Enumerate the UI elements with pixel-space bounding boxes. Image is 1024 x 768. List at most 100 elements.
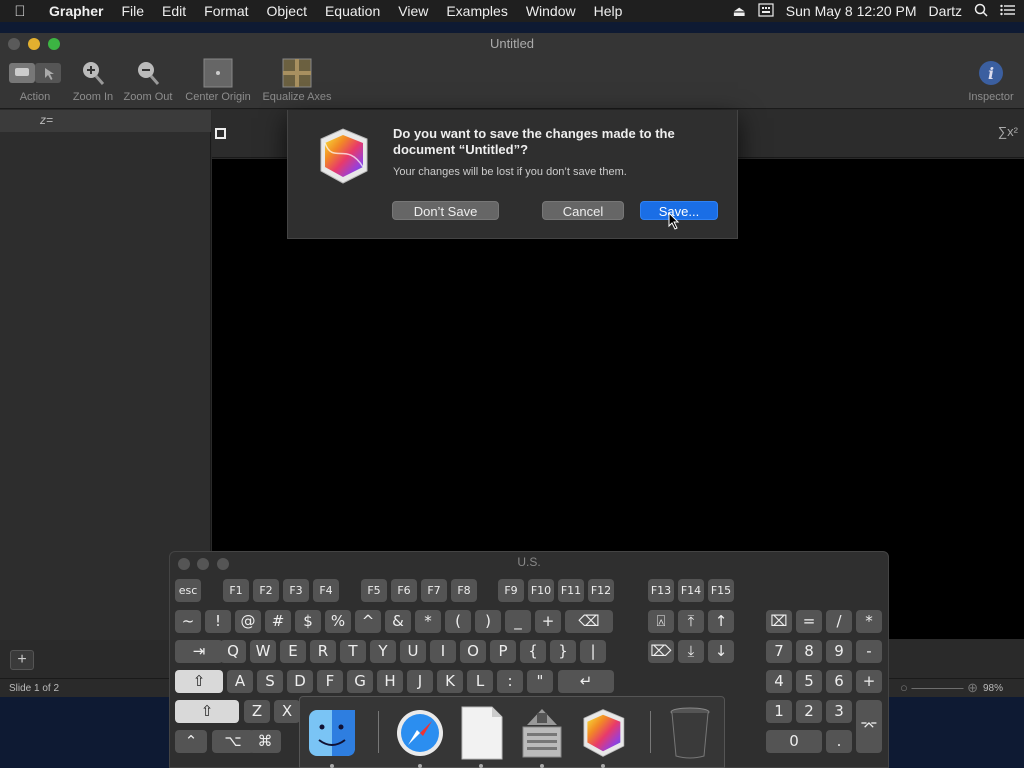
menu-examples[interactable]: Examples xyxy=(437,3,516,19)
key-f6[interactable]: F6 xyxy=(391,579,417,602)
equation-palette-icon[interactable]: ∑x² xyxy=(998,124,1018,139)
key-delete[interactable]: ⌫ xyxy=(565,610,613,633)
inspector-button[interactable]: i Inspector xyxy=(962,57,1020,103)
notification-center-icon[interactable] xyxy=(1000,3,1016,19)
key-nav[interactable]: ⤓ xyxy=(678,640,704,663)
key-u[interactable]: U xyxy=(400,640,426,663)
numpad-key[interactable]: + xyxy=(856,670,882,693)
numpad-key[interactable]: / xyxy=(826,610,852,633)
menu-app-name[interactable]: Grapher xyxy=(40,3,112,19)
menubar-clock[interactable]: Sun May 8 12:20 PM xyxy=(786,3,917,19)
key-symbol[interactable]: % xyxy=(325,610,351,633)
dock-finder[interactable] xyxy=(306,705,358,768)
equation-row[interactable]: z= xyxy=(0,110,211,132)
key-symbol[interactable]: ~ xyxy=(175,610,201,633)
key-s[interactable]: S xyxy=(257,670,283,693)
key-f2[interactable]: F2 xyxy=(253,579,279,602)
key-f5[interactable]: F5 xyxy=(361,579,387,602)
numpad-key[interactable]: 5 xyxy=(796,670,822,693)
key-symbol[interactable]: ^ xyxy=(355,610,381,633)
key-f10[interactable]: F10 xyxy=(528,579,554,602)
key-symbol[interactable]: + xyxy=(535,610,561,633)
keyboard-viewer-icon[interactable] xyxy=(758,2,774,20)
key-return[interactable]: ↵ xyxy=(558,670,614,693)
apple-menu-icon[interactable]:  xyxy=(0,3,40,20)
numpad-key[interactable]: 8 xyxy=(796,640,822,663)
key-o[interactable]: O xyxy=(460,640,486,663)
zoom-out-button[interactable]: Zoom Out xyxy=(120,57,176,103)
key-symbol[interactable]: # xyxy=(265,610,291,633)
numpad-key[interactable]: 1 xyxy=(766,700,792,723)
key-f11[interactable]: F11 xyxy=(558,579,584,602)
key-nav[interactable]: ↓ xyxy=(708,640,734,663)
key-f7[interactable]: F7 xyxy=(421,579,447,602)
key-h[interactable]: H xyxy=(377,670,403,693)
key-q[interactable]: Q xyxy=(220,640,246,663)
add-equation-button[interactable]: + xyxy=(10,650,34,670)
dock-grapher[interactable] xyxy=(577,705,629,768)
key-a[interactable]: A xyxy=(227,670,253,693)
zoom-slider[interactable]: ○ ———— ⊕ xyxy=(900,680,978,696)
dock-textedit[interactable] xyxy=(455,705,507,768)
menu-view[interactable]: View xyxy=(389,3,437,19)
menu-window[interactable]: Window xyxy=(517,3,585,19)
key-f4[interactable]: F4 xyxy=(313,579,339,602)
zoom-in-button[interactable]: Zoom In xyxy=(68,57,118,103)
key-z[interactable]: Z xyxy=(244,700,270,723)
key-f14[interactable]: F14 xyxy=(678,579,704,602)
action-tool[interactable]: Action xyxy=(8,57,62,103)
numpad-key[interactable]: 9 xyxy=(826,640,852,663)
key-j[interactable]: J xyxy=(407,670,433,693)
menu-edit[interactable]: Edit xyxy=(153,3,195,19)
key-f15[interactable]: F15 xyxy=(708,579,734,602)
menu-object[interactable]: Object xyxy=(258,3,316,19)
dock-trash[interactable] xyxy=(664,705,716,761)
key-x[interactable]: X xyxy=(274,700,300,723)
key-:[interactable]: : xyxy=(497,670,523,693)
key-command[interactable]: ⌘ xyxy=(249,730,281,753)
key-y[interactable]: Y xyxy=(370,640,396,663)
dock-bootcamp[interactable] xyxy=(516,705,568,768)
spotlight-search-icon[interactable] xyxy=(974,3,988,20)
key-shift[interactable]: ⇧ xyxy=(175,700,239,723)
numpad-key[interactable]: * xyxy=(856,610,882,633)
numpad-key[interactable]: - xyxy=(856,640,882,663)
key-tab[interactable]: ⇥ xyxy=(175,640,223,663)
equation-checkbox[interactable] xyxy=(215,128,226,139)
key-f9[interactable]: F9 xyxy=(498,579,524,602)
menu-equation[interactable]: Equation xyxy=(316,3,389,19)
key-g[interactable]: G xyxy=(347,670,373,693)
key-nav[interactable]: ⍓ xyxy=(648,610,674,633)
key-control[interactable]: ⌃ xyxy=(175,730,207,753)
dont-save-button[interactable]: Don’t Save xyxy=(392,201,499,220)
key-t[interactable]: T xyxy=(340,640,366,663)
key-d[interactable]: D xyxy=(287,670,313,693)
key-symbol[interactable]: @ xyxy=(235,610,261,633)
numpad-key[interactable]: 7 xyxy=(766,640,792,663)
key-symbol[interactable]: $ xyxy=(295,610,321,633)
key-symbol[interactable]: ! xyxy=(205,610,231,633)
dock-safari[interactable] xyxy=(394,705,446,768)
key-f[interactable]: F xyxy=(317,670,343,693)
key-"[interactable]: " xyxy=(527,670,553,693)
key-f3[interactable]: F3 xyxy=(283,579,309,602)
numpad-enter[interactable]: ⌤ xyxy=(856,700,882,753)
menu-help[interactable]: Help xyxy=(585,3,632,19)
key-i[interactable]: I xyxy=(430,640,456,663)
key-|[interactable]: | xyxy=(580,640,606,663)
key-f8[interactable]: F8 xyxy=(451,579,477,602)
cancel-button[interactable]: Cancel xyxy=(542,201,624,220)
key-symbol[interactable]: ( xyxy=(445,610,471,633)
menu-file[interactable]: File xyxy=(112,3,153,19)
key-r[interactable]: R xyxy=(310,640,336,663)
key-e[interactable]: E xyxy=(280,640,306,663)
numpad-key[interactable]: = xyxy=(796,610,822,633)
numpad-key[interactable]: ⌧ xyxy=(766,610,792,633)
key-{[interactable]: { xyxy=(520,640,546,663)
numpad-key[interactable]: 2 xyxy=(796,700,822,723)
key-nav[interactable]: ↑ xyxy=(708,610,734,633)
numpad-decimal[interactable]: . xyxy=(826,730,852,753)
key-nav[interactable]: ⤒ xyxy=(678,610,704,633)
key-symbol[interactable]: ) xyxy=(475,610,501,633)
numpad-0[interactable]: 0 xyxy=(766,730,822,753)
